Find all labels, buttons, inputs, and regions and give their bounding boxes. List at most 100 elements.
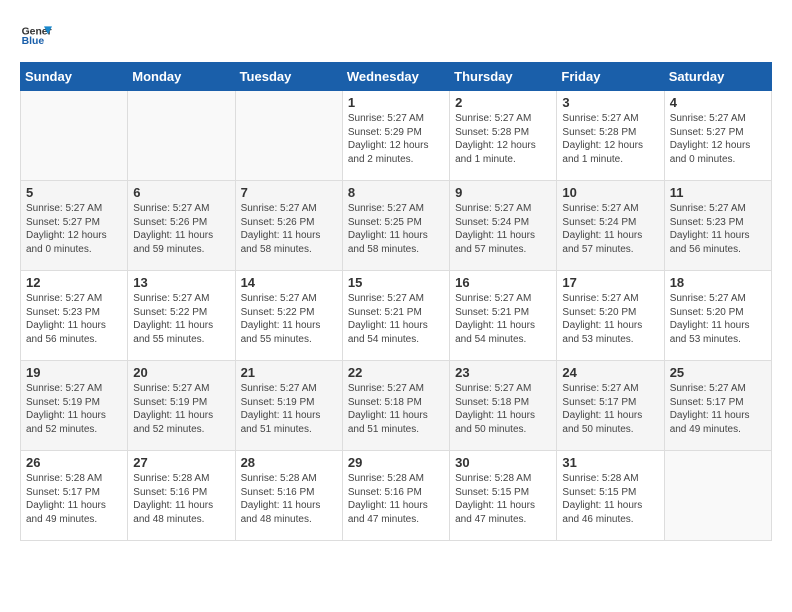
day-cell: 9 Sunrise: 5:27 AM Sunset: 5:24 PM Daylig…	[450, 181, 557, 271]
day-info: Sunrise: 5:28 AM Sunset: 5:16 PM Dayligh…	[133, 472, 229, 526]
day-number: 30	[455, 455, 551, 470]
header-wednesday: Wednesday	[342, 63, 449, 91]
week-row-1: 1Sunrise: 5:27 AM Sunset: 5:29 PM Daylig…	[21, 91, 772, 181]
header-tuesday: Tuesday	[235, 63, 342, 91]
day-cell: 26 Sunrise: 5:28 AM Sunset: 5:17 PM Dayli…	[21, 451, 128, 541]
day-number: 23	[455, 365, 551, 380]
day-number: 20	[133, 365, 229, 380]
day-cell: 29Sunrise: 5:28 AM Sunset: 5:16 PM Dayli…	[342, 451, 449, 541]
day-number: 25	[670, 365, 766, 380]
day-cell: 10 Sunrise: 5:27 AM Sunset: 5:24 PM Dayli…	[557, 181, 664, 271]
day-number: 16	[455, 275, 551, 290]
day-number: 26	[26, 455, 122, 470]
day-info: Sunrise: 5:27 AM Sunset: 5:28 PM Dayligh…	[562, 112, 658, 166]
day-cell	[21, 91, 128, 181]
day-cell	[128, 91, 235, 181]
svg-text:Blue: Blue	[22, 36, 45, 47]
day-info: Sunrise: 5:27 AM Sunset: 5:27 PM Dayligh…	[26, 202, 122, 256]
day-info: Sunrise: 5:27 AM Sunset: 5:19 PM Dayligh…	[133, 382, 229, 436]
day-cell: 2Sunrise: 5:27 AM Sunset: 5:28 PM Daylig…	[450, 91, 557, 181]
day-info: Sunrise: 5:27 AM Sunset: 5:23 PM Dayligh…	[670, 202, 766, 256]
day-cell: 4 Sunrise: 5:27 AM Sunset: 5:27 PM Daylig…	[664, 91, 771, 181]
week-row-4: 19 Sunrise: 5:27 AM Sunset: 5:19 PM Dayli…	[21, 361, 772, 451]
day-number: 15	[348, 275, 444, 290]
day-info: Sunrise: 5:27 AM Sunset: 5:23 PM Dayligh…	[26, 292, 122, 346]
day-cell: 15 Sunrise: 5:27 AM Sunset: 5:21 PM Dayli…	[342, 271, 449, 361]
day-info: Sunrise: 5:27 AM Sunset: 5:21 PM Dayligh…	[348, 292, 444, 346]
day-cell: 31 Sunrise: 5:28 AM Sunset: 5:15 PM Dayli…	[557, 451, 664, 541]
day-number: 22	[348, 365, 444, 380]
day-info: Sunrise: 5:27 AM Sunset: 5:17 PM Dayligh…	[562, 382, 658, 436]
week-row-5: 26 Sunrise: 5:28 AM Sunset: 5:17 PM Dayli…	[21, 451, 772, 541]
day-info: Sunrise: 5:27 AM Sunset: 5:21 PM Dayligh…	[455, 292, 551, 346]
day-info: Sunrise: 5:28 AM Sunset: 5:15 PM Dayligh…	[562, 472, 658, 526]
day-cell: 24 Sunrise: 5:27 AM Sunset: 5:17 PM Dayli…	[557, 361, 664, 451]
day-info: Sunrise: 5:28 AM Sunset: 5:16 PM Dayligh…	[241, 472, 337, 526]
day-number: 3	[562, 95, 658, 110]
header-thursday: Thursday	[450, 63, 557, 91]
day-cell	[235, 91, 342, 181]
day-cell: 11 Sunrise: 5:27 AM Sunset: 5:23 PM Dayli…	[664, 181, 771, 271]
day-cell: 12 Sunrise: 5:27 AM Sunset: 5:23 PM Dayli…	[21, 271, 128, 361]
day-number: 27	[133, 455, 229, 470]
day-cell: 28 Sunrise: 5:28 AM Sunset: 5:16 PM Dayli…	[235, 451, 342, 541]
header-friday: Friday	[557, 63, 664, 91]
day-info: Sunrise: 5:28 AM Sunset: 5:15 PM Dayligh…	[455, 472, 551, 526]
day-cell: 7Sunrise: 5:27 AM Sunset: 5:26 PM Daylig…	[235, 181, 342, 271]
day-number: 4	[670, 95, 766, 110]
day-info: Sunrise: 5:27 AM Sunset: 5:27 PM Dayligh…	[670, 112, 766, 166]
day-info: Sunrise: 5:27 AM Sunset: 5:19 PM Dayligh…	[241, 382, 337, 436]
day-info: Sunrise: 5:28 AM Sunset: 5:17 PM Dayligh…	[26, 472, 122, 526]
day-number: 31	[562, 455, 658, 470]
day-number: 28	[241, 455, 337, 470]
day-number: 18	[670, 275, 766, 290]
day-number: 9	[455, 185, 551, 200]
day-cell: 1Sunrise: 5:27 AM Sunset: 5:29 PM Daylig…	[342, 91, 449, 181]
day-number: 21	[241, 365, 337, 380]
week-row-3: 12 Sunrise: 5:27 AM Sunset: 5:23 PM Dayli…	[21, 271, 772, 361]
day-number: 7	[241, 185, 337, 200]
day-cell: 21 Sunrise: 5:27 AM Sunset: 5:19 PM Dayli…	[235, 361, 342, 451]
day-info: Sunrise: 5:27 AM Sunset: 5:29 PM Dayligh…	[348, 112, 444, 166]
day-info: Sunrise: 5:27 AM Sunset: 5:22 PM Dayligh…	[133, 292, 229, 346]
header-saturday: Saturday	[664, 63, 771, 91]
day-number: 17	[562, 275, 658, 290]
day-cell: 17 Sunrise: 5:27 AM Sunset: 5:20 PM Dayli…	[557, 271, 664, 361]
day-cell: 27 Sunrise: 5:28 AM Sunset: 5:16 PM Dayli…	[128, 451, 235, 541]
day-number: 6	[133, 185, 229, 200]
day-info: Sunrise: 5:27 AM Sunset: 5:17 PM Dayligh…	[670, 382, 766, 436]
day-cell: 30 Sunrise: 5:28 AM Sunset: 5:15 PM Dayli…	[450, 451, 557, 541]
day-cell: 18 Sunrise: 5:27 AM Sunset: 5:20 PM Dayli…	[664, 271, 771, 361]
day-number: 13	[133, 275, 229, 290]
day-info: Sunrise: 5:27 AM Sunset: 5:20 PM Dayligh…	[670, 292, 766, 346]
day-info: Sunrise: 5:27 AM Sunset: 5:18 PM Dayligh…	[455, 382, 551, 436]
day-info: Sunrise: 5:27 AM Sunset: 5:24 PM Dayligh…	[455, 202, 551, 256]
calendar-header-row: SundayMondayTuesdayWednesdayThursdayFrid…	[21, 63, 772, 91]
day-info: Sunrise: 5:27 AM Sunset: 5:24 PM Dayligh…	[562, 202, 658, 256]
day-info: Sunrise: 5:27 AM Sunset: 5:20 PM Dayligh…	[562, 292, 658, 346]
day-cell: 5Sunrise: 5:27 AM Sunset: 5:27 PM Daylig…	[21, 181, 128, 271]
day-number: 8	[348, 185, 444, 200]
day-number: 24	[562, 365, 658, 380]
day-cell: 23 Sunrise: 5:27 AM Sunset: 5:18 PM Dayli…	[450, 361, 557, 451]
day-cell: 16 Sunrise: 5:27 AM Sunset: 5:21 PM Dayli…	[450, 271, 557, 361]
day-cell: 14 Sunrise: 5:27 AM Sunset: 5:22 PM Dayli…	[235, 271, 342, 361]
day-number: 11	[670, 185, 766, 200]
day-number: 12	[26, 275, 122, 290]
day-info: Sunrise: 5:27 AM Sunset: 5:22 PM Dayligh…	[241, 292, 337, 346]
day-info: Sunrise: 5:27 AM Sunset: 5:25 PM Dayligh…	[348, 202, 444, 256]
day-info: Sunrise: 5:27 AM Sunset: 5:26 PM Dayligh…	[133, 202, 229, 256]
day-cell: 3 Sunrise: 5:27 AM Sunset: 5:28 PM Daylig…	[557, 91, 664, 181]
header-monday: Monday	[128, 63, 235, 91]
header-sunday: Sunday	[21, 63, 128, 91]
day-cell	[664, 451, 771, 541]
day-cell: 20 Sunrise: 5:27 AM Sunset: 5:19 PM Dayli…	[128, 361, 235, 451]
logo: General Blue	[20, 20, 56, 52]
day-info: Sunrise: 5:27 AM Sunset: 5:28 PM Dayligh…	[455, 112, 551, 166]
day-number: 14	[241, 275, 337, 290]
day-cell: 22Sunrise: 5:27 AM Sunset: 5:18 PM Dayli…	[342, 361, 449, 451]
day-number: 19	[26, 365, 122, 380]
day-cell: 8 Sunrise: 5:27 AM Sunset: 5:25 PM Daylig…	[342, 181, 449, 271]
day-number: 10	[562, 185, 658, 200]
logo-icon: General Blue	[20, 20, 52, 52]
